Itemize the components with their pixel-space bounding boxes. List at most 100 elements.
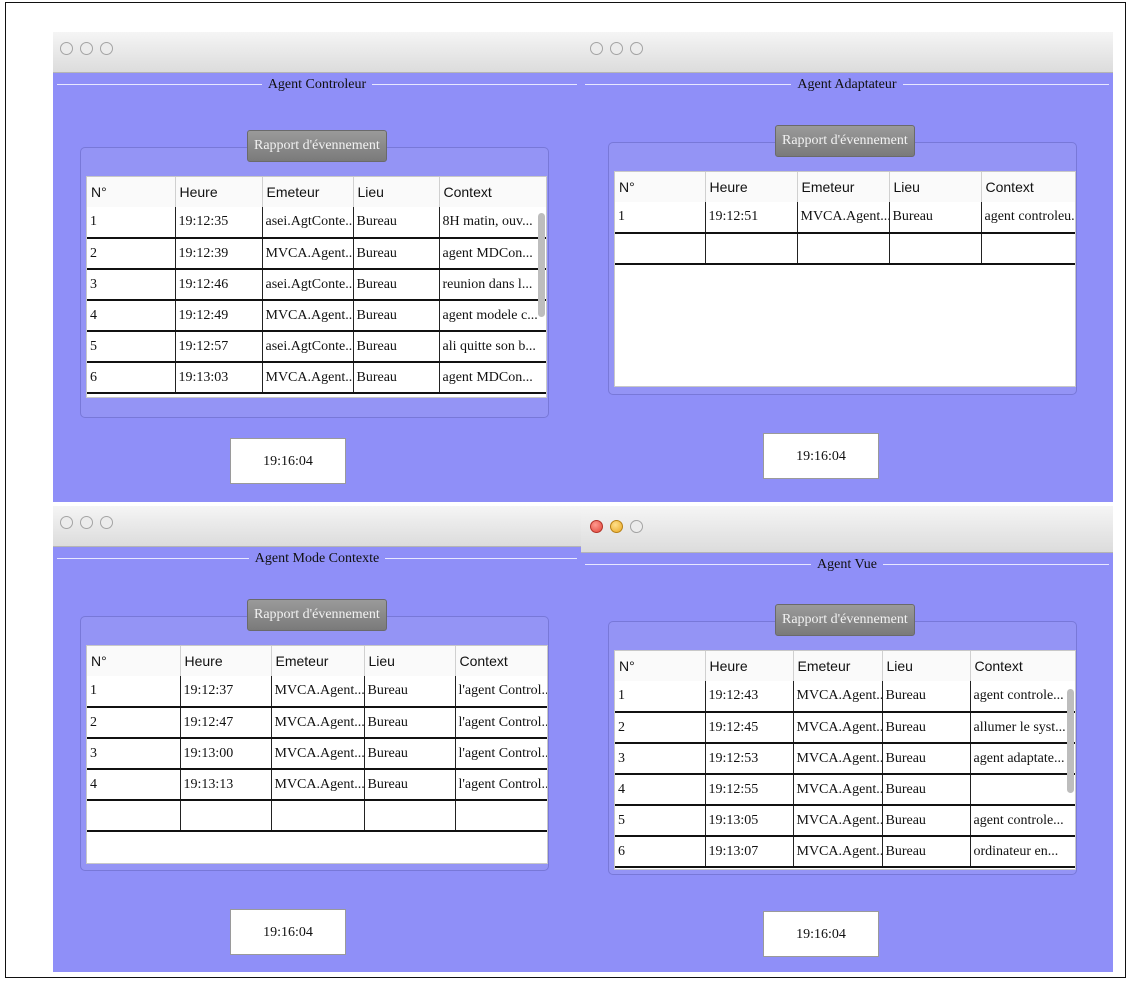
cell: 19:12:39 bbox=[175, 238, 263, 270]
title-bar[interactable] bbox=[53, 506, 581, 547]
table-row[interactable]: 4 19:12:49 MVCA.Agent... Bureau agent modele… bbox=[87, 300, 546, 332]
table-row[interactable]: 5 19:13:05 MVCA.Agent... Bureau agent contro… bbox=[615, 805, 1075, 837]
title-bar[interactable] bbox=[53, 32, 581, 73]
cell: l'agent Control... bbox=[455, 738, 547, 770]
minimize-icon[interactable] bbox=[80, 42, 93, 55]
cell: MVCA.Agent... bbox=[793, 743, 883, 775]
agent-mode-contexte-window: Agent Mode Contexte Rapport d'évennement… bbox=[53, 506, 581, 972]
minimize-icon[interactable] bbox=[610, 520, 623, 533]
cell: 3 bbox=[87, 269, 176, 301]
column-header[interactable]: Lieu bbox=[353, 177, 440, 207]
close-icon[interactable] bbox=[590, 42, 603, 55]
zoom-icon[interactable] bbox=[100, 516, 113, 529]
title-bar[interactable] bbox=[581, 32, 1113, 73]
cell: Bureau bbox=[353, 362, 440, 394]
table-row[interactable]: 2 19:12:45 MVCA.Agent... Bureau allumer le s… bbox=[615, 712, 1075, 744]
cell: MVCA.Agent... bbox=[793, 805, 883, 837]
clock-display: 19:16:04 bbox=[763, 911, 879, 957]
column-header[interactable]: Heure bbox=[175, 177, 263, 207]
column-header[interactable]: Emeteur bbox=[797, 172, 890, 202]
cell: MVCA.Agent... bbox=[271, 769, 365, 801]
column-header[interactable]: Context bbox=[455, 646, 547, 676]
column-header[interactable]: N° bbox=[615, 172, 706, 202]
column-header[interactable]: Emeteur bbox=[262, 177, 354, 207]
table-row[interactable] bbox=[615, 233, 1075, 265]
agent-title: Agent Controleur bbox=[261, 77, 373, 92]
column-header[interactable]: N° bbox=[87, 177, 176, 207]
table-row[interactable]: 6 19:13:03 MVCA.Agent... Bureau agent MDCon.… bbox=[87, 362, 546, 394]
cell: agent controle... bbox=[970, 681, 1075, 713]
table-row[interactable]: 3 19:12:53 MVCA.Agent... Bureau agent adapta… bbox=[615, 743, 1075, 775]
events-table[interactable]: N° Heure Emeteur Lieu Context 1 19:12:43 M… bbox=[614, 650, 1076, 870]
column-header[interactable]: Lieu bbox=[889, 172, 982, 202]
cell: 4 bbox=[615, 774, 706, 806]
cell: 1 bbox=[615, 681, 706, 713]
cell: 2 bbox=[87, 238, 176, 270]
cell: reunion dans l... bbox=[439, 269, 546, 301]
title-bar[interactable] bbox=[581, 506, 1113, 553]
cell: Bureau bbox=[353, 238, 440, 270]
cell bbox=[87, 800, 181, 832]
table-row[interactable]: 4 19:12:55 MVCA.Agent... Bureau bbox=[615, 774, 1075, 806]
column-header[interactable]: Heure bbox=[705, 651, 794, 681]
vertical-scrollbar[interactable] bbox=[538, 213, 545, 317]
rapport-tab[interactable]: Rapport d'évennement bbox=[775, 125, 915, 157]
cell bbox=[889, 233, 982, 265]
table-row[interactable]: 2 19:12:39 MVCA.Agent... Bureau agent MDCon.… bbox=[87, 238, 546, 270]
table-row[interactable]: 4 19:13:13 MVCA.Agent... Bureau l'agent Cont… bbox=[87, 769, 547, 801]
column-header[interactable]: Lieu bbox=[364, 646, 456, 676]
events-table[interactable]: N° Heure Emeteur Lieu Context 1 19:12:37 M… bbox=[86, 645, 548, 864]
minimize-icon[interactable] bbox=[610, 42, 623, 55]
events-table[interactable]: N° Heure Emeteur Lieu Context 1 19:12:35 a… bbox=[86, 176, 547, 398]
column-header[interactable]: Context bbox=[970, 651, 1075, 681]
zoom-icon[interactable] bbox=[100, 42, 113, 55]
cell: 1 bbox=[615, 202, 706, 234]
agent-group: Agent Vue Rapport d'évennement N° Heure … bbox=[585, 557, 1109, 972]
table-row[interactable]: 1 19:12:35 asei.AgtConte... Bureau 8H matin,… bbox=[87, 207, 546, 239]
close-icon[interactable] bbox=[60, 42, 73, 55]
cell: 19:13:05 bbox=[705, 805, 794, 837]
cell: 3 bbox=[87, 738, 181, 770]
cell: MVCA.Agent... bbox=[793, 681, 883, 713]
cell bbox=[364, 800, 456, 832]
column-header[interactable]: Context bbox=[981, 172, 1075, 202]
column-header[interactable]: Lieu bbox=[882, 651, 971, 681]
vertical-scrollbar[interactable] bbox=[1067, 689, 1074, 793]
table-row[interactable]: 1 19:12:37 MVCA.Agent... Bureau l'agent Cont… bbox=[87, 676, 547, 708]
minimize-icon[interactable] bbox=[80, 516, 93, 529]
column-header[interactable]: Heure bbox=[705, 172, 798, 202]
table-row[interactable]: 3 19:13:00 MVCA.Agent... Bureau l'agent Cont… bbox=[87, 738, 547, 770]
cell: Bureau bbox=[882, 712, 971, 744]
column-header[interactable]: Emeteur bbox=[271, 646, 365, 676]
cell: 1 bbox=[87, 676, 181, 708]
table-row[interactable] bbox=[87, 800, 547, 832]
zoom-icon[interactable] bbox=[630, 520, 643, 533]
table-row[interactable]: 6 19:13:07 MVCA.Agent... Bureau ordinateur e… bbox=[615, 836, 1075, 868]
cell: 19:12:53 bbox=[705, 743, 794, 775]
column-header[interactable]: Context bbox=[439, 177, 546, 207]
cell: 6 bbox=[87, 362, 176, 394]
events-table[interactable]: N° Heure Emeteur Lieu Context 1 19:12:51 M… bbox=[614, 171, 1076, 387]
column-header[interactable]: Emeteur bbox=[793, 651, 883, 681]
agent-group: Agent Mode Contexte Rapport d'évennement… bbox=[57, 551, 577, 972]
cell: 19:12:47 bbox=[180, 707, 272, 739]
table-row[interactable]: 5 19:12:57 asei.AgtConte... Bureau ali quitt… bbox=[87, 331, 546, 363]
rapport-tab[interactable]: Rapport d'évennement bbox=[247, 130, 387, 162]
cell: 19:12:43 bbox=[705, 681, 794, 713]
close-icon[interactable] bbox=[590, 520, 603, 533]
rapport-tab[interactable]: Rapport d'évennement bbox=[247, 599, 387, 631]
column-header[interactable]: Heure bbox=[180, 646, 272, 676]
zoom-icon[interactable] bbox=[630, 42, 643, 55]
cell: 19:12:37 bbox=[180, 676, 272, 708]
column-header[interactable]: N° bbox=[87, 646, 181, 676]
cell: MVCA.Agent... bbox=[793, 712, 883, 744]
rapport-tab[interactable]: Rapport d'évennement bbox=[775, 604, 915, 636]
cell: ali quitte son b... bbox=[439, 331, 546, 363]
table-row[interactable]: 2 19:12:47 MVCA.Agent... Bureau l'agent Cont… bbox=[87, 707, 547, 739]
table-row[interactable]: 1 19:12:51 MVCA.Agent... Bureau agent contro… bbox=[615, 202, 1075, 234]
close-icon[interactable] bbox=[60, 516, 73, 529]
column-header[interactable]: N° bbox=[615, 651, 706, 681]
table-row[interactable]: 1 19:12:43 MVCA.Agent... Bureau agent contro… bbox=[615, 681, 1075, 713]
table-row[interactable]: 3 19:12:46 asei.AgtConte... Bureau reunion d… bbox=[87, 269, 546, 301]
cell bbox=[180, 800, 272, 832]
